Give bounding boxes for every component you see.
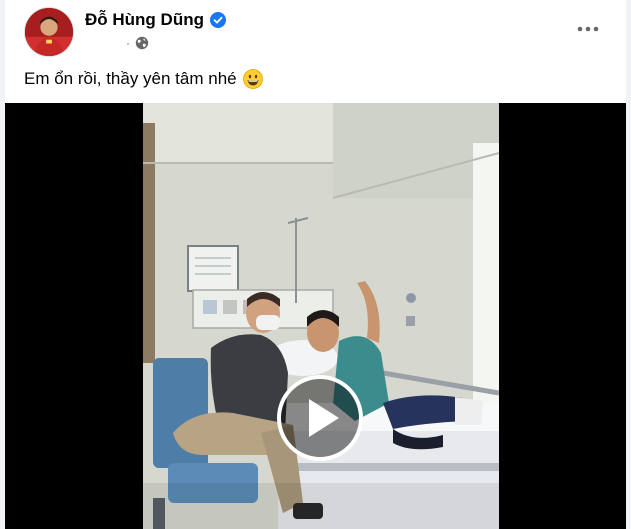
- video-thumbnail: [143, 103, 499, 529]
- grinning-face-emoji-icon: [242, 69, 263, 89]
- post-text: Em ổn rồi, thầy yên tâm nhé: [24, 69, 263, 89]
- author-name[interactable]: Đỗ Hùng Dũng: [85, 10, 204, 30]
- play-icon: [309, 399, 339, 437]
- more-options-icon: [577, 26, 599, 32]
- verified-badge-icon: [209, 12, 226, 28]
- post-meta: ·: [126, 36, 149, 50]
- globe-icon[interactable]: [135, 36, 149, 50]
- post-header: Đỗ Hùng Dũng ·: [5, 0, 626, 60]
- meta-separator: ·: [126, 36, 130, 50]
- more-options-button[interactable]: [570, 14, 606, 44]
- post-message: Em ổn rồi, thầy yên tâm nhé: [24, 69, 237, 88]
- play-button[interactable]: [277, 375, 363, 461]
- video-player[interactable]: [5, 103, 626, 529]
- avatar[interactable]: [24, 7, 74, 57]
- facebook-post: Đỗ Hùng Dũng · Em ổn rồi, thầy yên tâm n…: [5, 0, 626, 529]
- author-row: Đỗ Hùng Dũng: [85, 10, 226, 30]
